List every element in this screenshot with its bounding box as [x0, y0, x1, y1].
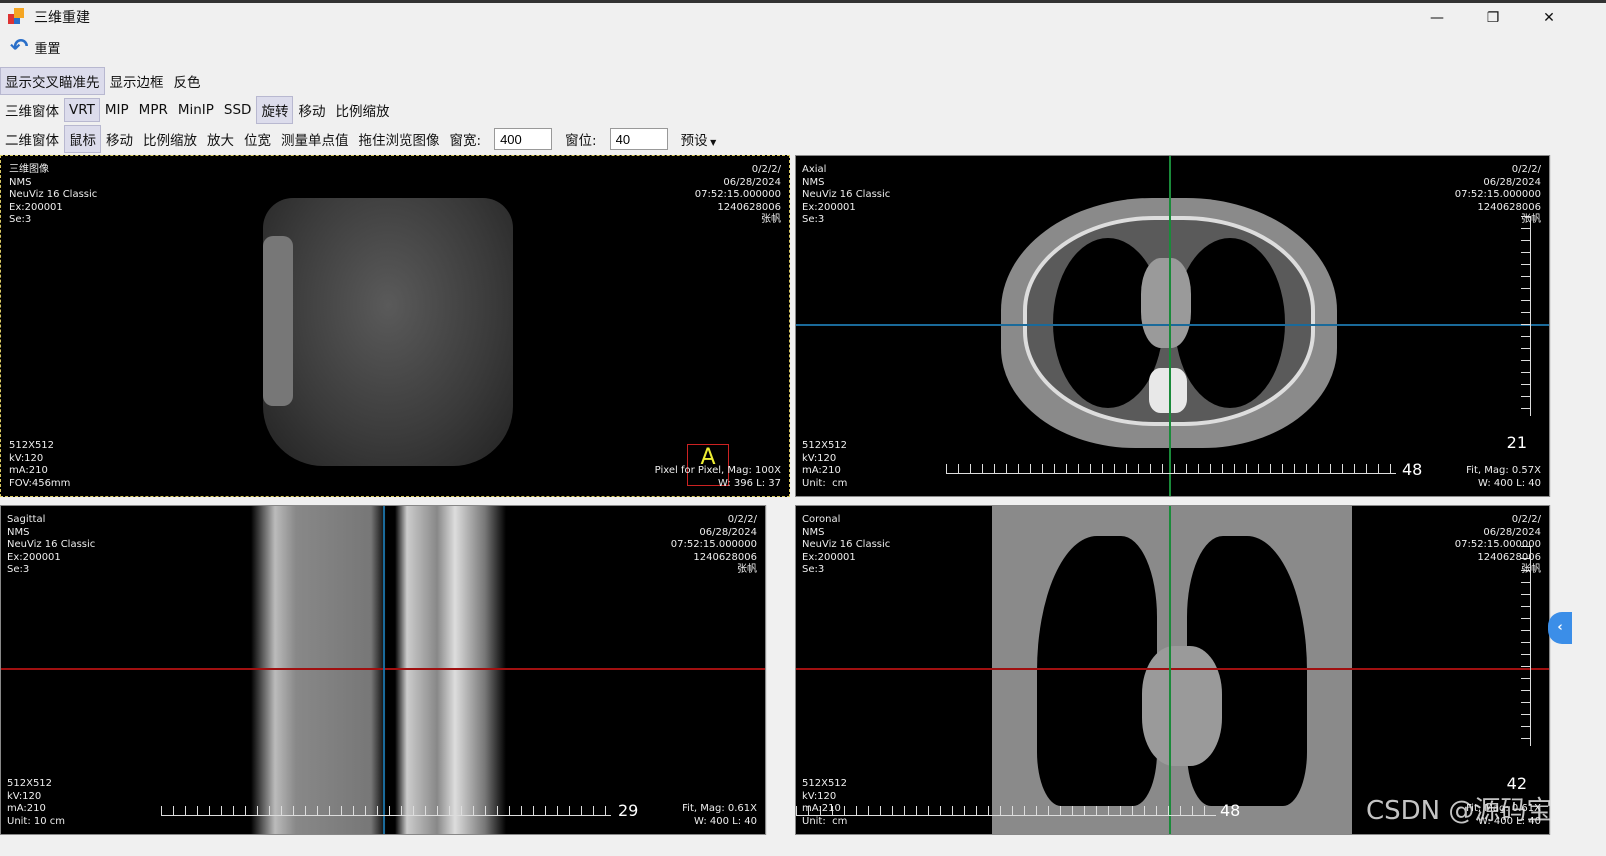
sagittal-info-top-left: Sagittal NMS NeuViz 16 Classic Ex:200001… — [7, 514, 96, 575]
dropdown-arrow-icon: ▼ — [707, 138, 717, 147]
coronal-crosshair-horizontal[interactable] — [796, 668, 1549, 670]
sagittal-info-bottom-left: 512X512 kV:120 mA:210 Unit: 10 cm — [7, 778, 66, 827]
axial-crosshair-vertical[interactable] — [1169, 156, 1171, 496]
zoom-button[interactable]: 放大 — [202, 125, 239, 153]
sagittal-scrollbar[interactable] — [766, 505, 783, 835]
minimize-icon[interactable]: — — [1414, 6, 1460, 30]
measure-point-button[interactable]: 测量单点值 — [276, 125, 354, 153]
coronal-scrollbar[interactable] — [1550, 505, 1567, 835]
vrt-button[interactable]: VRT — [64, 98, 100, 122]
preset-label: 预设 — [680, 133, 708, 149]
reset-label: 重置 — [34, 41, 61, 57]
window-level-button[interactable]: 位宽 — [239, 125, 276, 153]
2d-toolbar: 二维窗体 鼠标 移动 比例缩放 放大 位宽 测量单点值 拖住浏览图像 窗宽: 窗… — [0, 125, 722, 153]
window-width-label: 窗宽: — [449, 133, 482, 149]
3d-toolbar: 三维窗体 VRT MIP MPR MinIP SSD 旋转 移动 比例缩放 — [0, 96, 394, 124]
show-border-button[interactable]: 显示边框 — [105, 67, 169, 95]
coronal-info-top-left: Coronal NMS NeuViz 16 Classic Ex:200001 … — [802, 514, 891, 575]
restore-icon[interactable]: ❐ — [1470, 6, 1516, 30]
sagittal-info-top-right: 0/2/2/ 06/28/2024 07:52:15.000000 124062… — [670, 514, 757, 575]
window-level-label: 窗位: — [565, 133, 597, 149]
axial-scrollbar[interactable] — [1550, 155, 1567, 497]
rotate-button[interactable]: 旋转 — [256, 96, 294, 124]
watermark: CSDN @源码宝 — [1366, 796, 1553, 826]
close-icon[interactable]: ✕ — [1526, 6, 1572, 30]
window-title: 三维重建 — [34, 10, 90, 26]
mip-button[interactable]: MIP — [100, 98, 134, 122]
sagittal-ruler-label: 29 — [618, 801, 639, 820]
coronal-horizontal-ruler — [796, 806, 1216, 816]
coronal-ct-image — [992, 506, 1352, 834]
title-bar: 三维重建 — ❐ ✕ — [0, 3, 1606, 31]
axial-vertical-ruler — [1521, 216, 1531, 416]
coronal-ruler-label: 48 — [1220, 801, 1241, 820]
sagittal-crosshair-vertical[interactable] — [383, 506, 385, 834]
drag-browse-button[interactable]: 拖住浏览图像 — [354, 125, 445, 153]
app-icon — [8, 8, 26, 26]
coronal-viewport[interactable]: 48 42 Coronal NMS NeuViz 16 Classic Ex:2… — [795, 505, 1550, 835]
axial-info-top-right: 0/2/2/ 06/28/2024 07:52:15.000000 124062… — [1454, 164, 1541, 225]
chevron-left-icon: ‹ — [1557, 620, 1563, 635]
collapse-sidebar-button[interactable]: ‹ — [1548, 612, 1572, 644]
invert-button[interactable]: 反色 — [169, 67, 206, 95]
axial-info-top-left: Axial NMS NeuViz 16 Classic Ex:200001 Se… — [802, 164, 891, 225]
undo-arrow-icon: ↶ — [10, 34, 29, 60]
coronal-info-bottom-left: 512X512 kV:120 mA:210 Unit: cm — [802, 778, 848, 827]
vrt-volume-render — [263, 198, 513, 466]
window-width-input[interactable] — [494, 128, 553, 150]
axial-slice-number: 21 — [1506, 433, 1527, 452]
sagittal-viewport[interactable]: 29 Sagittal NMS NeuViz 16 Classic Ex:200… — [0, 505, 766, 835]
vrt-info-bottom-right: Pixel for Pixel, Mag: 100X W: 396 L: 37 — [654, 465, 781, 489]
sagittal-info-bottom-right: Fit, Mag: 0.61X W: 400 L: 40 — [682, 803, 757, 827]
mpr-button[interactable]: MPR — [134, 98, 173, 122]
axial-viewport[interactable]: 48 21 Axial NMS NeuViz 16 Classic Ex:200… — [795, 155, 1550, 497]
display-options-bar: 显示交叉瞄准先 显示边框 反色 — [0, 67, 206, 95]
scale-2d-button[interactable]: 比例缩放 — [138, 125, 202, 153]
ssd-button[interactable]: SSD — [219, 98, 257, 122]
vrt-info-top-left: 三维图像 NMS NeuViz 16 Classic Ex:200001 Se:… — [9, 164, 98, 225]
sagittal-ct-image — [251, 506, 551, 834]
2d-window-label: 二维窗体 — [5, 133, 59, 149]
axial-horizontal-ruler — [946, 464, 1396, 474]
vrt-arm-left — [263, 236, 293, 406]
scale-3d-button[interactable]: 比例缩放 — [330, 96, 394, 124]
axial-info-bottom-right: Fit, Mag: 0.57X W: 400 L: 40 — [1466, 465, 1541, 489]
3d-window-label: 三维窗体 — [5, 104, 59, 120]
preset-dropdown[interactable]: 预设 ▼ — [676, 125, 722, 153]
minip-button[interactable]: MinIP — [173, 98, 219, 122]
axial-info-bottom-left: 512X512 kV:120 mA:210 Unit: cm — [802, 440, 848, 489]
move-2d-button[interactable]: 移动 — [101, 125, 138, 153]
coronal-info-top-right: 0/2/2/ 06/28/2024 07:52:15.000000 124062… — [1454, 514, 1541, 575]
vrt-info-top-right: 0/2/2/ 06/28/2024 07:52:15.000000 124062… — [694, 164, 781, 225]
coronal-crosshair-vertical[interactable] — [1169, 506, 1171, 834]
mouse-button[interactable]: 鼠标 — [64, 125, 101, 153]
axial-crosshair-horizontal[interactable] — [796, 324, 1549, 326]
axial-ruler-label: 48 — [1402, 460, 1423, 479]
vrt-viewport[interactable]: A 三维图像 NMS NeuViz 16 Classic Ex:200001 S… — [0, 155, 790, 497]
show-crosshair-button[interactable]: 显示交叉瞄准先 — [0, 67, 105, 95]
vrt-info-bottom-left: 512X512 kV:120 mA:210 FOV:456mm — [9, 440, 71, 489]
move-3d-button[interactable]: 移动 — [293, 96, 330, 124]
sagittal-horizontal-ruler — [161, 806, 611, 816]
reset-button[interactable]: ↶ 重置 — [10, 34, 60, 60]
window-level-input[interactable] — [609, 128, 668, 150]
